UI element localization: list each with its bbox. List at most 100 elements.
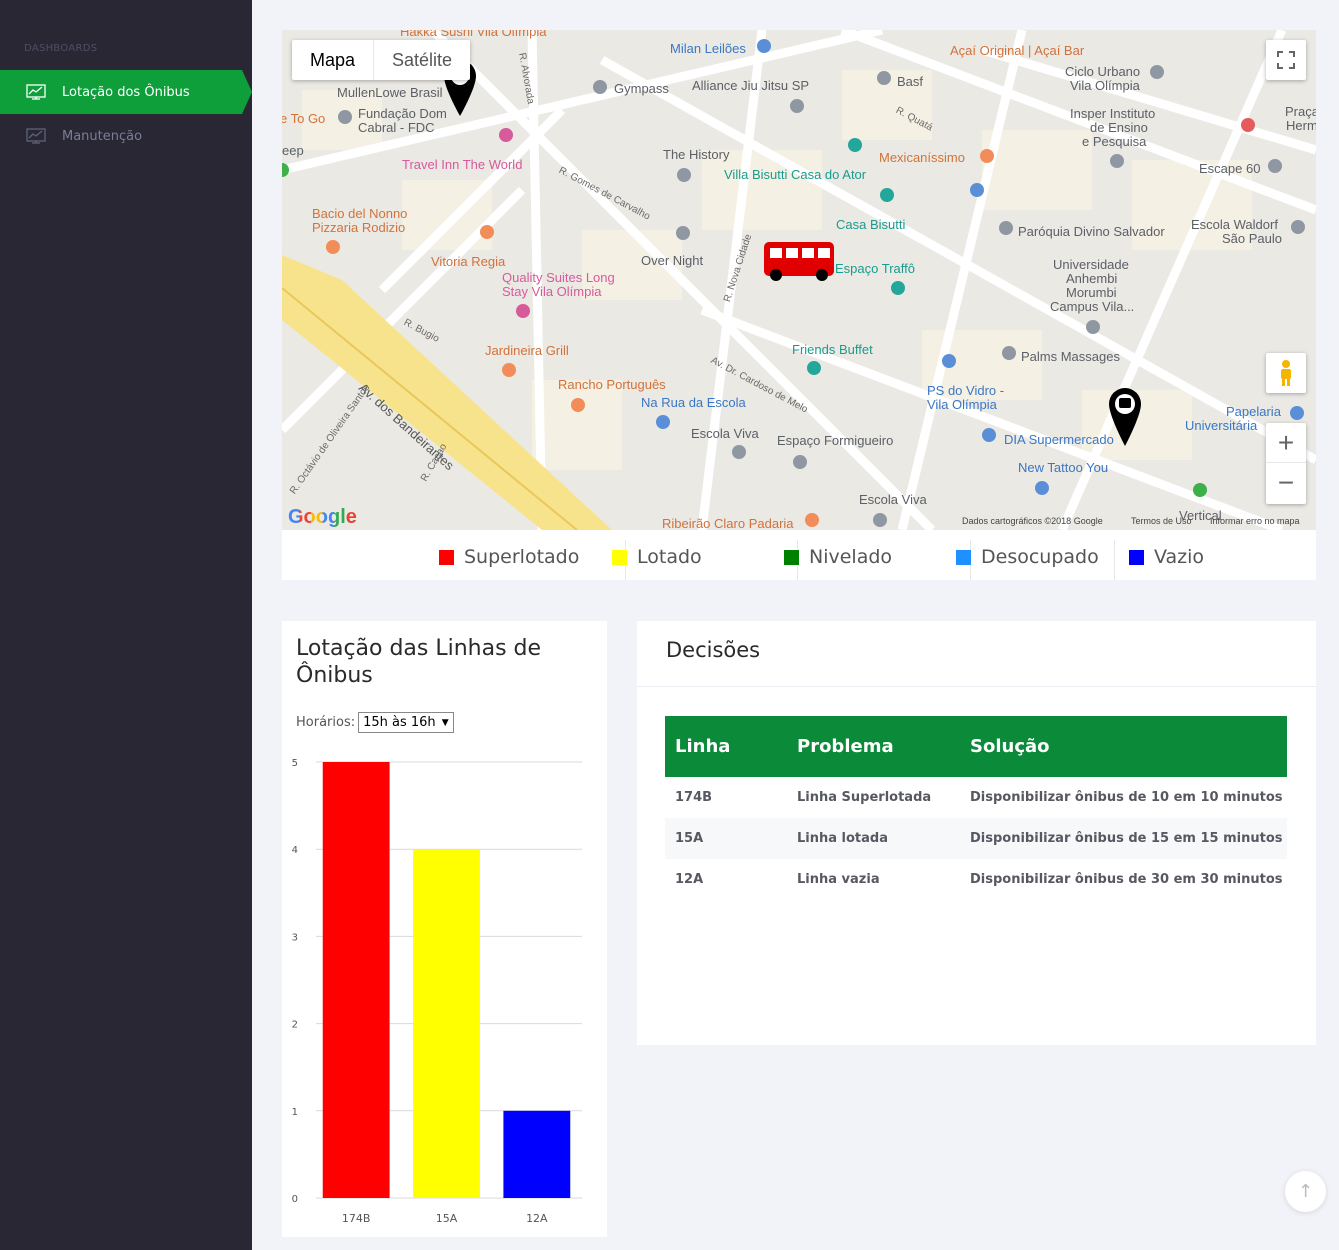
map-label: Escola Viva xyxy=(859,492,927,507)
map-label: Vitoria Regia xyxy=(431,254,506,269)
map-card: Hakka Sushi Vila Olímpia Milan Leilões A… xyxy=(282,30,1316,580)
decisions-card: Decisões Linha Problema Solução 174B Lin… xyxy=(637,621,1316,1045)
legend-swatch xyxy=(784,549,799,565)
bar xyxy=(503,1110,571,1198)
map-label: Campus Vila... xyxy=(1050,299,1135,314)
map-legend: Superlotado Lotado Nivelado Desocupado V… xyxy=(282,530,1316,580)
map-label: Alliance Jiu Jitsu SP xyxy=(692,78,810,93)
map-label: Fundação Dom xyxy=(358,106,447,121)
y-tick-label: 5 xyxy=(292,758,298,769)
red-bus-icon xyxy=(764,242,834,281)
chart-card: Lotação das Linhas de Ônibus Horários: 1… xyxy=(282,621,607,1237)
bar xyxy=(413,849,480,1198)
legend-label: Vazio xyxy=(1154,546,1205,568)
chart-line-icon xyxy=(26,84,46,100)
map-label: Universitária xyxy=(1185,418,1258,433)
map-label: MullenLowe Brasil xyxy=(337,85,443,100)
zoom-control: + − xyxy=(1266,423,1306,504)
map-label: Universidade xyxy=(1053,257,1129,272)
sidebar-item-manutencao[interactable]: Manutenção xyxy=(0,114,252,158)
map-label: Jardineira Grill xyxy=(485,343,569,358)
horario-select-value: 15h às 16h xyxy=(363,715,436,730)
map-label: Escape 60 xyxy=(1199,161,1261,176)
arrow-up-icon: ↑ xyxy=(1297,1181,1314,1202)
map-label: New Tattoo You xyxy=(1018,460,1109,475)
legend-label: Nivelado xyxy=(809,546,893,568)
map-label: Over Night xyxy=(641,253,704,268)
report-error-link[interactable]: Informar erro no mapa xyxy=(1210,516,1300,526)
legend-item-lotado: Lotado xyxy=(612,546,702,568)
map-label: Rancho Português xyxy=(558,377,666,392)
cell-linha: 174B xyxy=(675,790,713,805)
map-label: Casa Bisutti xyxy=(836,217,906,232)
map-type-mapa-button[interactable]: Mapa xyxy=(292,40,375,80)
cell-problema: Linha vazia xyxy=(797,872,880,887)
y-tick-label: 3 xyxy=(292,932,298,943)
google-logo-text: Google xyxy=(288,506,357,528)
map-label: The History xyxy=(663,147,730,162)
caret-down-icon: ▼ xyxy=(441,717,449,728)
zoom-in-button[interactable]: + xyxy=(1266,423,1306,463)
map-label: Papelaria xyxy=(1226,404,1281,419)
map-label: de Ensino xyxy=(1090,120,1148,135)
legend-swatch xyxy=(612,549,627,565)
map-label: Anhembi xyxy=(1066,271,1118,286)
map-label: Bacio del Nonno xyxy=(312,206,408,221)
map-label: Villa Bisutti Casa do Ator xyxy=(724,167,867,182)
map-label: Paróquia Divino Salvador xyxy=(1018,224,1165,239)
map-label: Espaço Formigueiro xyxy=(777,433,894,448)
zoom-out-button[interactable]: − xyxy=(1266,463,1306,503)
y-tick-label: 4 xyxy=(292,845,298,856)
legend-label: Lotado xyxy=(637,546,702,568)
cell-problema: Linha Superlotada xyxy=(797,790,932,805)
y-tick-label: 1 xyxy=(292,1107,298,1118)
terms-link[interactable]: Termos de Uso xyxy=(1131,516,1192,526)
map-label: São Paulo xyxy=(1222,231,1282,246)
horario-label: Horários: xyxy=(296,715,356,730)
map-label: PS do Vidro - xyxy=(927,383,1005,398)
map-label: DIA Supermercado xyxy=(1004,432,1114,447)
legend-divider xyxy=(1114,540,1115,580)
map-label: Pizzaria Rodizio xyxy=(312,220,406,235)
map-type-satelite-button[interactable]: Satélite xyxy=(374,40,470,80)
map-label: Palms Massages xyxy=(1021,349,1120,364)
map-label: Quality Suites Long xyxy=(502,270,615,285)
horario-select[interactable]: 15h às 16h ▼ xyxy=(358,712,454,733)
map-label: e Pesquisa xyxy=(1082,134,1147,149)
y-tick-label: 2 xyxy=(292,1020,298,1031)
cell-solucao: Disponibilizar ônibus de 15 em 15 minuto… xyxy=(960,818,1287,859)
map-label: Basf xyxy=(897,74,924,89)
map-label: Açaí Original | Açaí Bar xyxy=(950,43,1085,58)
x-tick-label: 174B xyxy=(342,1212,371,1225)
legend-swatch xyxy=(956,549,971,565)
map-label: Praça xyxy=(1285,104,1316,119)
table-header-row: Linha Problema Solução xyxy=(665,716,1287,777)
map-label: Milan Leilões xyxy=(670,41,746,56)
decisions-divider xyxy=(637,686,1316,687)
sidebar-item-label: Lotação dos Ônibus xyxy=(62,84,190,100)
sidebar-item-lotacao[interactable]: Lotação dos Ônibus xyxy=(0,70,252,114)
map-label: Travel Inn The World xyxy=(402,157,523,172)
decisions-table: Linha Problema Solução 174B Linha Superl… xyxy=(665,716,1287,900)
map-label: Ciclo Urbano xyxy=(1065,64,1141,79)
legend-swatch xyxy=(439,549,454,565)
legend-label: Desocupado xyxy=(981,546,1099,568)
column-header-problema: Problema xyxy=(787,716,960,777)
horario-filter: Horários: 15h às 16h ▼ xyxy=(296,712,454,733)
chart-title: Lotação das Linhas de Ônibus xyxy=(296,636,542,688)
scroll-top-button[interactable]: ↑ xyxy=(1285,1171,1326,1212)
fullscreen-button[interactable] xyxy=(1266,40,1306,80)
map-label: Gympass xyxy=(614,81,669,96)
map-attribution: Dados cartográficos ©2018 Google xyxy=(962,516,1103,526)
map-label: Vila Olímpia xyxy=(927,397,997,412)
x-tick-label: 12A xyxy=(526,1212,548,1225)
cell-linha: 15A xyxy=(665,818,787,859)
cell-problema: Linha lotada xyxy=(787,818,960,859)
legend-label: Superlotado xyxy=(464,546,580,568)
cell-solucao: Disponibilizar ônibus de 30 em 30 minuto… xyxy=(970,872,1283,887)
y-tick-label: 0 xyxy=(292,1194,298,1205)
street-view-button[interactable] xyxy=(1266,353,1306,393)
map-label: Morumbi xyxy=(1066,285,1117,300)
legend-item-nivelado: Nivelado xyxy=(784,546,892,568)
map[interactable]: Hakka Sushi Vila Olímpia Milan Leilões A… xyxy=(282,30,1316,530)
